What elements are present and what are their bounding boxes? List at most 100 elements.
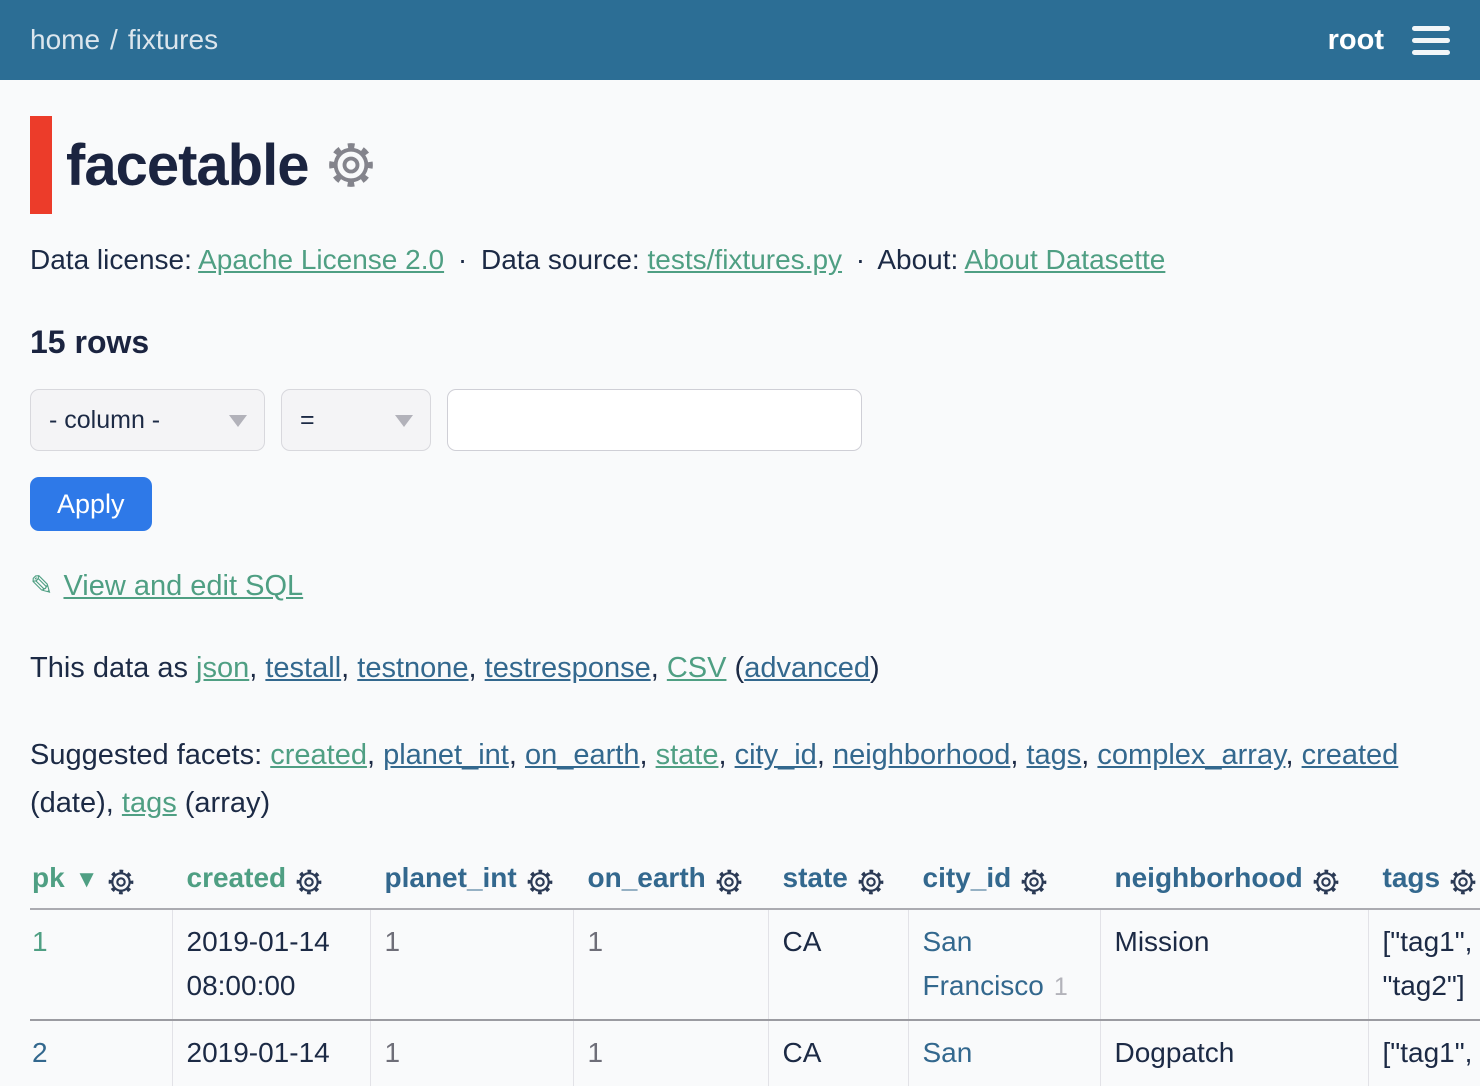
breadcrumb-home-link[interactable]: home — [30, 24, 100, 55]
column-header-state-link[interactable]: state — [783, 862, 848, 893]
filter-value-input[interactable] — [447, 389, 862, 451]
facet-link-created[interactable]: created — [270, 739, 367, 771]
separator: , — [341, 652, 357, 684]
column-header-city-id-link[interactable]: city_id — [923, 862, 1012, 893]
page: home/fixtures root facetable Data licens… — [0, 0, 1480, 1086]
separator: , — [1081, 739, 1097, 771]
column-header-pk-link[interactable]: pk — [32, 862, 65, 893]
separator: , — [817, 739, 833, 771]
export-link-testresponse[interactable]: testresponse — [485, 652, 651, 684]
column-gear-icon[interactable] — [1021, 869, 1047, 895]
top-nav-bar: home/fixtures root — [0, 0, 1480, 80]
cell-tags: ["tag1", "tag3"] — [1368, 1020, 1480, 1086]
column-gear-icon[interactable] — [858, 869, 884, 895]
source-label: Data source: — [481, 244, 640, 275]
separator: , — [106, 787, 122, 819]
facet-link-on-earth[interactable]: on_earth — [525, 739, 640, 771]
column-header-neighborhood-link[interactable]: neighborhood — [1115, 862, 1303, 893]
about-label: About: — [877, 244, 958, 275]
facet-link-neighborhood[interactable]: neighborhood — [833, 739, 1010, 771]
license-link[interactable]: Apache License 2.0 — [198, 244, 444, 275]
column-header-on-earth: on_earth — [573, 856, 768, 909]
sql-line: ✎ View and edit SQL — [30, 569, 1450, 603]
paren-open: ( — [735, 652, 745, 684]
about-link[interactable]: About Datasette — [965, 244, 1166, 275]
cell-neighborhood: Mission — [1100, 909, 1368, 1020]
view-edit-sql-link[interactable]: View and edit SQL — [63, 570, 303, 602]
separator: , — [367, 739, 383, 771]
export-link-advanced[interactable]: advanced — [744, 652, 870, 684]
title-row: facetable — [30, 116, 1450, 214]
table-settings-gear-icon[interactable] — [328, 142, 374, 188]
pencil-icon: ✎ — [30, 570, 53, 601]
row-pk-link[interactable]: 1 — [32, 926, 48, 957]
cell-neighborhood: Dogpatch — [1100, 1020, 1368, 1086]
breadcrumb-separator: / — [110, 24, 118, 55]
facets-prefix: Suggested facets: — [30, 739, 262, 771]
facet-link-state[interactable]: state — [656, 739, 719, 771]
column-header-created: created — [172, 856, 370, 909]
cell-city-id: San Francisco 1 — [908, 909, 1100, 1020]
city-link[interactable]: San Francisco — [923, 926, 1044, 1001]
apply-button[interactable]: Apply — [30, 477, 152, 531]
column-gear-icon[interactable] — [1313, 869, 1339, 895]
facet-suffix: (date) — [30, 787, 106, 819]
export-link-testall[interactable]: testall — [265, 652, 341, 684]
suggested-facets: Suggested facets: created, planet_int, o… — [30, 731, 1450, 827]
filter-column-select[interactable]: - column - — [30, 389, 265, 451]
cell-created: 2019-01-14 08:00:00 — [172, 1020, 370, 1086]
column-header-tags-link[interactable]: tags — [1383, 862, 1441, 893]
column-gear-icon[interactable] — [527, 869, 553, 895]
export-link-testnone[interactable]: testnone — [357, 652, 468, 684]
title-accent-bar — [30, 116, 52, 214]
facet-link-complex-array[interactable]: complex_array — [1097, 739, 1285, 771]
source-link[interactable]: tests/fixtures.py — [648, 244, 843, 275]
filter-operator-select[interactable]: = — [281, 389, 431, 451]
metadata-line: Data license: Apache License 2.0 · Data … — [30, 240, 1450, 280]
cell-state: CA — [768, 909, 908, 1020]
export-line: This data as json, testall, testnone, te… — [30, 647, 1450, 689]
facet-link-planet-int[interactable]: planet_int — [383, 739, 509, 771]
dot-separator: · — [856, 244, 865, 275]
facet-link-created-date[interactable]: created — [1302, 739, 1399, 771]
paren-close: ) — [870, 652, 880, 684]
cell-on-earth: 1 — [573, 909, 768, 1020]
separator: , — [651, 652, 667, 684]
menu-icon[interactable] — [1412, 22, 1450, 59]
column-header-tags: tags — [1368, 856, 1480, 909]
facet-link-tags[interactable]: tags — [1026, 739, 1081, 771]
cell-planet-int: 1 — [370, 909, 573, 1020]
facet-link-city-id[interactable]: city_id — [735, 739, 817, 771]
page-title: facetable — [66, 132, 308, 199]
column-header-pk: pk▼ — [30, 856, 172, 909]
separator: , — [1010, 739, 1026, 771]
breadcrumb: home / fixtures — [30, 24, 218, 56]
facet-link-tags-array[interactable]: tags — [122, 787, 177, 819]
column-gear-icon[interactable] — [1450, 869, 1476, 895]
cell-on-earth: 1 — [573, 1020, 768, 1086]
column-header-created-link[interactable]: created — [187, 862, 287, 893]
column-header-on-earth-link[interactable]: on_earth — [588, 862, 706, 893]
column-gear-icon[interactable] — [296, 869, 322, 895]
separator: , — [718, 739, 734, 771]
separator: , — [1285, 739, 1301, 771]
breadcrumb-fixtures-link[interactable]: fixtures — [128, 24, 218, 55]
cell-planet-int: 1 — [370, 1020, 573, 1086]
export-link-json[interactable]: json — [196, 652, 249, 684]
column-header-planet-int-link[interactable]: planet_int — [385, 862, 517, 893]
column-header-neighborhood: neighborhood — [1100, 856, 1368, 909]
export-link-csv[interactable]: CSV — [667, 652, 727, 684]
export-prefix: This data as — [30, 652, 188, 684]
cell-state: CA — [768, 1020, 908, 1086]
city-id-value: 1 — [1054, 973, 1068, 1001]
column-gear-icon[interactable] — [108, 869, 134, 895]
rows-table: pk▼ created planet_int on_earth state — [30, 856, 1480, 1086]
column-header-planet-int: planet_int — [370, 856, 573, 909]
separator: , — [249, 652, 265, 684]
cell-created: 2019-01-14 08:00:00 — [172, 909, 370, 1020]
column-gear-icon[interactable] — [716, 869, 742, 895]
row-count-heading: 15 rows — [30, 324, 1450, 361]
city-link[interactable]: San Francisco — [923, 1037, 1044, 1086]
cell-city-id: San Francisco1 — [908, 1020, 1100, 1086]
row-pk-link[interactable]: 2 — [32, 1037, 48, 1068]
